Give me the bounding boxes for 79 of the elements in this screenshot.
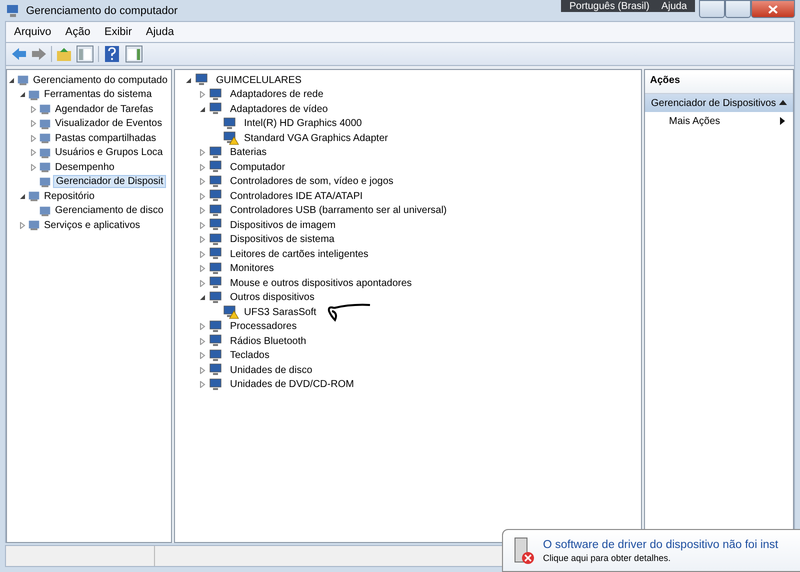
hand-drawn-arrow [326, 302, 372, 322]
device-category[interactable]: Intel(R) HD Graphics 4000 [242, 118, 364, 130]
actions-section[interactable]: Gerenciador de Dispositivos [645, 94, 793, 112]
console-node-icon [28, 219, 40, 232]
console-node-icon [39, 146, 51, 159]
device-category[interactable]: Adaptadores de rede [228, 89, 326, 100]
console-node-icon [39, 204, 51, 217]
device-category[interactable]: Dispositivos de imagem [228, 220, 338, 231]
device-category[interactable]: Leitores de cartões inteligentes [228, 248, 370, 260]
device-category[interactable]: Controladores de som, vídeo e jogos [228, 176, 396, 188]
device-category[interactable]: Monitores [228, 263, 276, 274]
expander-icon[interactable] [199, 106, 206, 113]
expander-icon[interactable] [19, 91, 26, 98]
folder-up-icon[interactable] [56, 46, 72, 62]
actions-header: Ações [645, 73, 793, 94]
device-category[interactable]: Controladores USB (barramento ser al universal) [228, 205, 449, 216]
console-node-icon [28, 88, 40, 101]
action-pane-icon[interactable] [125, 45, 143, 63]
tree-item[interactable]: Serviços e aplicativos [42, 220, 142, 231]
forward-arrow-icon[interactable] [31, 47, 47, 61]
tree-item[interactable]: Repositório [42, 190, 97, 202]
device-category[interactable]: UFS3 SarasSoft [242, 306, 318, 318]
tree-item[interactable]: Usuários e Grupos Loca [53, 147, 165, 158]
notification-balloon[interactable]: O software de driver do dispositivo não foi inst Clique aqui para obter detalhes. [502, 529, 800, 572]
console-node-icon [39, 118, 51, 130]
tree-item[interactable]: Gerenciamento de disco [53, 205, 166, 216]
expander-icon[interactable] [8, 76, 15, 84]
menu-item[interactable]: Arquivo [14, 26, 52, 38]
device-category[interactable]: Standard VGA Graphics Adapter [242, 132, 390, 144]
expander-icon[interactable] [19, 192, 26, 200]
tree-item[interactable]: Gerenciador de Disposit [53, 175, 166, 188]
console-node-icon [39, 103, 51, 116]
minimize-button[interactable] [699, 0, 725, 18]
device-category[interactable]: Baterias [228, 147, 269, 158]
section-label: Gerenciador de Dispositivos [651, 98, 776, 108]
device-category[interactable]: Controladores IDE ATA/ATAPI [228, 190, 365, 202]
tree-item[interactable]: Gerenciamento do computado [31, 74, 170, 86]
tree-item[interactable]: Pastas compartilhadas [53, 132, 158, 144]
device-category[interactable]: GUIMCELULARES [214, 74, 304, 86]
help-icon[interactable] [103, 45, 121, 63]
tree-item[interactable]: Desempenho [53, 162, 116, 173]
tree-item[interactable]: Visualizador de Eventos [53, 118, 164, 130]
console-node-icon [28, 190, 40, 202]
close-icon [768, 4, 778, 14]
help-link[interactable]: Ajuda [661, 0, 687, 12]
console-node-icon [39, 132, 51, 144]
close-button[interactable] [751, 0, 795, 18]
back-arrow-icon[interactable] [11, 47, 27, 61]
device-category[interactable]: Computador [228, 162, 288, 173]
tree-item[interactable]: Agendador de Tarefas [53, 104, 156, 115]
notification-title: O software de driver do dispositivo não foi inst [543, 538, 778, 550]
device-category[interactable]: Adaptadores de vídeo [228, 104, 330, 115]
computer-icon [5, 2, 21, 18]
notification-subtitle: Clique aqui para obter detalhes. [543, 552, 672, 562]
menu-item[interactable]: Ajuda [146, 26, 174, 38]
maximize-button[interactable] [725, 0, 751, 18]
action-item[interactable]: Mais Ações [645, 112, 793, 130]
collapse-icon[interactable] [779, 100, 787, 106]
device-category[interactable]: Rádios Bluetooth [228, 336, 308, 347]
console-node-icon [39, 176, 51, 188]
menu-item[interactable]: Exibir [104, 26, 132, 38]
action-label: Mais Ações [669, 116, 720, 126]
console-tree-icon[interactable] [76, 45, 94, 63]
language-label[interactable]: Português (Brasil) [569, 0, 650, 12]
tree-item[interactable]: Ferramentas do sistema [42, 89, 154, 100]
submenu-arrow-icon [780, 117, 785, 125]
device-category[interactable]: Unidades de DVD/CD-ROM [228, 379, 356, 390]
device-category[interactable]: Dispositivos de sistema [228, 234, 336, 246]
device-category[interactable]: Outros dispositivos [228, 292, 316, 304]
device-category[interactable]: Processadores [228, 321, 299, 332]
console-node-icon [17, 74, 29, 86]
console-node-icon [39, 161, 51, 174]
menu-item[interactable]: Ação [65, 26, 90, 38]
window-title: Gerenciamento do computador [26, 4, 178, 16]
expander-icon[interactable] [199, 294, 206, 302]
device-category[interactable]: Teclados [228, 350, 272, 362]
device-category[interactable]: Mouse e outros dispositivos apontadores [228, 278, 414, 289]
device-category[interactable]: Unidades de disco [228, 364, 314, 376]
expander-icon[interactable] [185, 76, 192, 84]
